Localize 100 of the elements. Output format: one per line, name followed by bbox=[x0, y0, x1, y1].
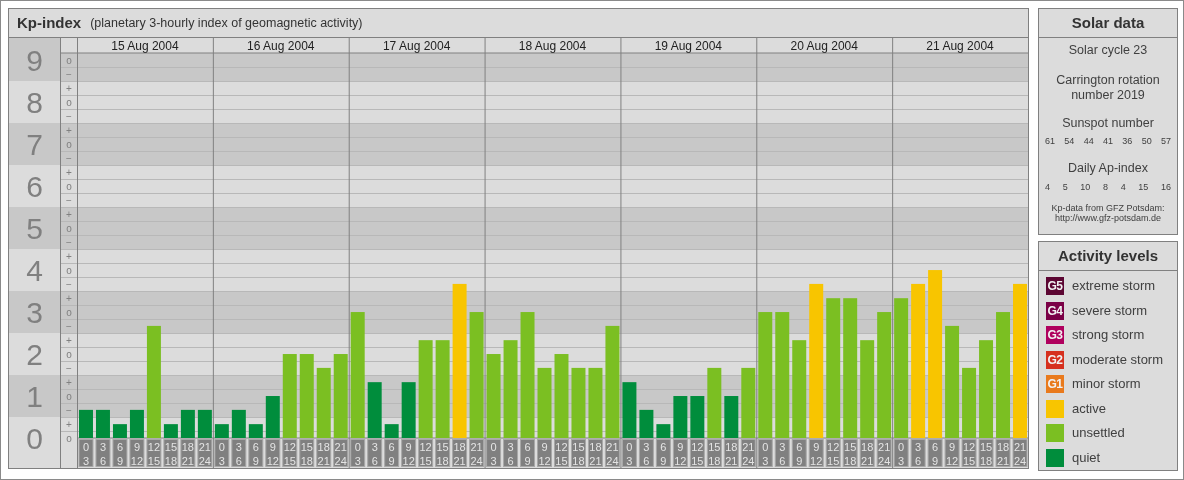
time-slot-label: 15 18 bbox=[435, 439, 451, 467]
time-slot-label: 12 15 bbox=[418, 439, 434, 467]
bar bbox=[265, 396, 280, 438]
y-axis-minor-label: o bbox=[66, 348, 72, 360]
time-slot-label: 12 15 bbox=[554, 439, 569, 467]
y-axis-minor-label: + bbox=[66, 124, 72, 136]
y-axis-label: 1 bbox=[26, 379, 43, 413]
x-tick-label: 6 9 bbox=[660, 441, 667, 467]
time-slot-label: 15 18 bbox=[706, 439, 722, 467]
x-tick-label: 0 3 bbox=[218, 441, 225, 467]
bar bbox=[401, 382, 416, 438]
time-slot-label: 15 18 bbox=[978, 439, 994, 467]
date-label: 18 Aug 2004 bbox=[518, 39, 587, 53]
bar bbox=[962, 367, 977, 438]
x-tick-label: 6 9 bbox=[388, 441, 395, 467]
y-axis-minor-label: − bbox=[66, 362, 72, 374]
y-axis-minor-label: o bbox=[66, 54, 72, 66]
time-slot-label: 3 6 bbox=[503, 439, 519, 467]
bar bbox=[197, 409, 212, 438]
time-slot-label: 3 6 bbox=[774, 439, 790, 467]
sunspot-value: 44 bbox=[1083, 136, 1094, 147]
bar bbox=[163, 424, 178, 438]
legend-label: extreme storm bbox=[1072, 278, 1156, 295]
time-slot-label: 0 3 bbox=[621, 439, 637, 467]
chart-subtitle: (planetary 3-hourly index of geomagnetic activity) bbox=[90, 14, 363, 32]
bar bbox=[129, 409, 144, 438]
date-label: 15 Aug 2004 bbox=[111, 39, 179, 53]
y-axis-minor-label: o bbox=[66, 180, 72, 192]
y-axis-label: 9 bbox=[26, 43, 43, 77]
bar bbox=[571, 367, 586, 438]
x-tick-label: 0 3 bbox=[762, 441, 769, 467]
time-slot-label: 18 21 bbox=[859, 439, 875, 467]
x-tick-label: 6 9 bbox=[524, 441, 531, 467]
y-axis-minor-label: + bbox=[66, 250, 72, 262]
y-axis-label: 5 bbox=[26, 211, 43, 245]
time-slot-label: 15 18 bbox=[571, 439, 586, 467]
panel-title: Solar data bbox=[1071, 12, 1145, 33]
time-slot-label: 12 15 bbox=[689, 439, 705, 467]
y-axis-minor-label: − bbox=[66, 194, 72, 206]
bar bbox=[214, 424, 229, 438]
time-slot-label: 3 6 bbox=[231, 439, 247, 467]
time-slot-label: 9 12 bbox=[672, 439, 688, 467]
time-slot-label: 9 12 bbox=[944, 439, 960, 467]
x-tick-label: 3 6 bbox=[371, 441, 378, 467]
y-axis-minor-label: − bbox=[66, 110, 72, 122]
ap-index-value: 5 bbox=[1062, 182, 1068, 193]
time-slot-label: 3 6 bbox=[910, 439, 926, 467]
bar bbox=[673, 396, 688, 438]
x-tick-label: 0 3 bbox=[354, 441, 361, 467]
time-slot-label: 6 9 bbox=[384, 439, 400, 467]
chart-title: Kp-index bbox=[17, 12, 82, 33]
time-slot-label: 15 18 bbox=[299, 439, 315, 467]
bar bbox=[656, 424, 671, 438]
date-label: 19 Aug 2004 bbox=[654, 39, 723, 53]
legend-label: moderate storm bbox=[1072, 351, 1164, 368]
bar bbox=[537, 367, 552, 438]
time-slot-label: 9 12 bbox=[537, 439, 552, 467]
y-axis-label: 8 bbox=[26, 85, 43, 119]
y-axis-minor-label: o bbox=[66, 390, 72, 402]
time-slot-label: 18 21 bbox=[316, 439, 332, 467]
time-slot-label: 21 24 bbox=[469, 439, 485, 467]
time-slot-label: 0 3 bbox=[214, 439, 230, 467]
y-axis-minor-label: o bbox=[66, 222, 72, 234]
panel-title: Activity levels bbox=[1057, 245, 1159, 266]
storm-badge: G5 bbox=[1046, 277, 1064, 296]
y-axis-minor-label: − bbox=[66, 404, 72, 416]
x-tick-label: 0 3 bbox=[898, 441, 905, 467]
x-tick-label: 6 9 bbox=[796, 441, 803, 467]
time-slot-label: 18 21 bbox=[723, 439, 739, 467]
time-slot-label: 21 24 bbox=[1012, 439, 1028, 467]
carrington-rotation-text: Carrington rotation number 2019 bbox=[1055, 73, 1161, 103]
bar bbox=[96, 409, 110, 438]
time-slot-label: 21 24 bbox=[333, 439, 349, 467]
solar-cycle-text: Solar cycle 23 bbox=[1068, 43, 1148, 58]
time-slot-label: 9 12 bbox=[265, 439, 281, 467]
bar bbox=[316, 367, 331, 438]
time-slot-label: 6 9 bbox=[927, 439, 943, 467]
sunspot-value: 54 bbox=[1064, 136, 1075, 147]
y-axis-minor-label: − bbox=[66, 278, 72, 290]
legend-label: unsettled bbox=[1072, 425, 1125, 442]
time-slot-label: 0 3 bbox=[757, 439, 773, 467]
sunspot-value: 50 bbox=[1141, 136, 1152, 147]
bar bbox=[588, 367, 603, 438]
time-slot-label: 9 12 bbox=[129, 439, 145, 467]
y-axis-minor-label: + bbox=[66, 82, 72, 94]
y-axis-minor-label: − bbox=[66, 152, 72, 164]
y-axis-minor-label: o bbox=[66, 432, 72, 444]
time-slot-label: 21 24 bbox=[876, 439, 892, 467]
date-label: 17 Aug 2004 bbox=[382, 39, 451, 53]
ap-index-value: 8 bbox=[1102, 182, 1108, 193]
time-slot-label: 0 3 bbox=[350, 439, 366, 467]
time-slot-label: 15 18 bbox=[163, 439, 179, 467]
time-slot-label: 9 12 bbox=[808, 439, 824, 467]
sunspot-value: 57 bbox=[1160, 136, 1171, 147]
sunspot-value: 61 bbox=[1045, 136, 1055, 147]
bar bbox=[367, 382, 382, 438]
y-axis-minor-label: − bbox=[66, 236, 72, 248]
y-axis-minor-label: + bbox=[66, 376, 72, 388]
time-slot-label: 3 6 bbox=[95, 439, 111, 467]
x-tick-label: 3 6 bbox=[507, 441, 514, 467]
